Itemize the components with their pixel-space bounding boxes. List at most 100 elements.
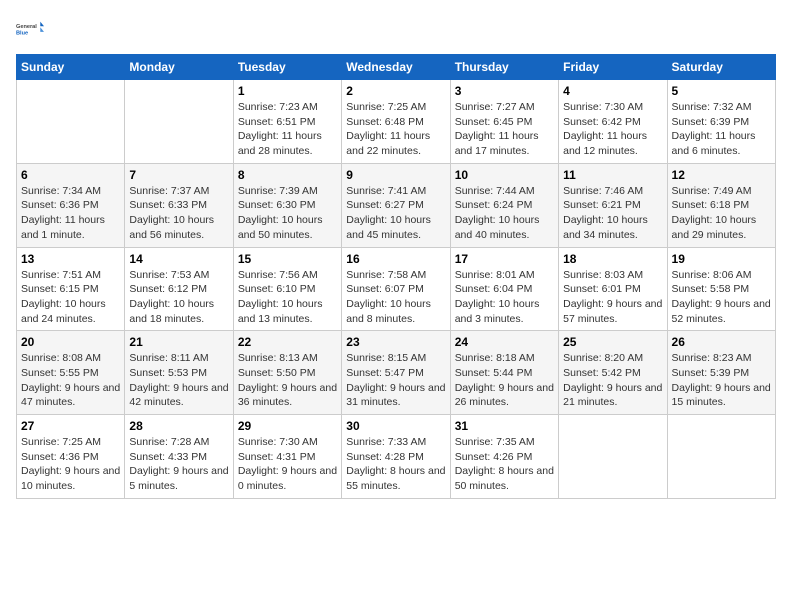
day-info: Sunrise: 8:20 AM Sunset: 5:42 PM Dayligh… — [563, 351, 662, 410]
calendar-day-cell: 27 Sunrise: 7:25 AM Sunset: 4:36 PM Dayli… — [17, 415, 125, 499]
day-number: 13 — [21, 252, 120, 266]
day-number: 26 — [672, 335, 771, 349]
day-info: Sunrise: 7:37 AM Sunset: 6:33 PM Dayligh… — [129, 184, 228, 243]
calendar-day-cell: 20 Sunrise: 8:08 AM Sunset: 5:55 PM Dayli… — [17, 331, 125, 415]
calendar-body: 1Sunrise: 7:23 AM Sunset: 6:51 PM Daylig… — [17, 80, 776, 499]
calendar-day-cell: 28Sunrise: 7:28 AM Sunset: 4:33 PM Dayli… — [125, 415, 233, 499]
calendar-day-cell: 7 Sunrise: 7:37 AM Sunset: 6:33 PM Daylig… — [125, 163, 233, 247]
day-info: Sunrise: 8:11 AM Sunset: 5:53 PM Dayligh… — [129, 351, 228, 410]
calendar-day-cell: 31Sunrise: 7:35 AM Sunset: 4:26 PM Dayli… — [450, 415, 558, 499]
day-info: Sunrise: 7:53 AM Sunset: 6:12 PM Dayligh… — [129, 268, 228, 327]
calendar-day-cell: 11Sunrise: 7:46 AM Sunset: 6:21 PM Dayli… — [559, 163, 667, 247]
day-info: Sunrise: 7:33 AM Sunset: 4:28 PM Dayligh… — [346, 435, 445, 494]
day-number: 10 — [455, 168, 554, 182]
calendar-day-cell: 9 Sunrise: 7:41 AM Sunset: 6:27 PM Daylig… — [342, 163, 450, 247]
day-info: Sunrise: 7:25 AM Sunset: 4:36 PM Dayligh… — [21, 435, 120, 494]
day-info: Sunrise: 7:58 AM Sunset: 6:07 PM Dayligh… — [346, 268, 445, 327]
day-info: Sunrise: 7:46 AM Sunset: 6:21 PM Dayligh… — [563, 184, 662, 243]
calendar-week-row: 6 Sunrise: 7:34 AM Sunset: 6:36 PM Daylig… — [17, 163, 776, 247]
day-number: 17 — [455, 252, 554, 266]
day-info: Sunrise: 7:39 AM Sunset: 6:30 PM Dayligh… — [238, 184, 337, 243]
weekday-header-cell: Saturday — [667, 55, 775, 80]
day-number: 4 — [563, 84, 662, 98]
day-number: 5 — [672, 84, 771, 98]
calendar-day-cell: 13Sunrise: 7:51 AM Sunset: 6:15 PM Dayli… — [17, 247, 125, 331]
calendar-day-cell — [559, 415, 667, 499]
day-number: 30 — [346, 419, 445, 433]
calendar-day-cell: 12 Sunrise: 7:49 AM Sunset: 6:18 PM Dayli… — [667, 163, 775, 247]
day-info: Sunrise: 7:27 AM Sunset: 6:45 PM Dayligh… — [455, 100, 554, 159]
calendar-day-cell: 2 Sunrise: 7:25 AM Sunset: 6:48 PM Daylig… — [342, 80, 450, 164]
weekday-header-row: SundayMondayTuesdayWednesdayThursdayFrid… — [17, 55, 776, 80]
day-number: 21 — [129, 335, 228, 349]
calendar-day-cell: 5Sunrise: 7:32 AM Sunset: 6:39 PM Daylig… — [667, 80, 775, 164]
day-info: Sunrise: 8:03 AM Sunset: 6:01 PM Dayligh… — [563, 268, 662, 327]
weekday-header-cell: Monday — [125, 55, 233, 80]
weekday-header-cell: Thursday — [450, 55, 558, 80]
day-number: 9 — [346, 168, 445, 182]
day-info: Sunrise: 8:23 AM Sunset: 5:39 PM Dayligh… — [672, 351, 771, 410]
day-number: 6 — [21, 168, 120, 182]
calendar-day-cell: 25 Sunrise: 8:20 AM Sunset: 5:42 PM Dayli… — [559, 331, 667, 415]
calendar-day-cell: 30 Sunrise: 7:33 AM Sunset: 4:28 PM Dayli… — [342, 415, 450, 499]
calendar-day-cell: 26 Sunrise: 8:23 AM Sunset: 5:39 PM Dayli… — [667, 331, 775, 415]
calendar-day-cell: 6 Sunrise: 7:34 AM Sunset: 6:36 PM Daylig… — [17, 163, 125, 247]
calendar-week-row: 20 Sunrise: 8:08 AM Sunset: 5:55 PM Dayli… — [17, 331, 776, 415]
calendar-day-cell: 1Sunrise: 7:23 AM Sunset: 6:51 PM Daylig… — [233, 80, 341, 164]
calendar-day-cell: 4 Sunrise: 7:30 AM Sunset: 6:42 PM Daylig… — [559, 80, 667, 164]
calendar-day-cell: 21 Sunrise: 8:11 AM Sunset: 5:53 PM Dayli… — [125, 331, 233, 415]
calendar-day-cell: 17Sunrise: 8:01 AM Sunset: 6:04 PM Dayli… — [450, 247, 558, 331]
day-number: 1 — [238, 84, 337, 98]
calendar-day-cell: 16 Sunrise: 7:58 AM Sunset: 6:07 PM Dayli… — [342, 247, 450, 331]
day-number: 28 — [129, 419, 228, 433]
day-number: 24 — [455, 335, 554, 349]
day-info: Sunrise: 7:49 AM Sunset: 6:18 PM Dayligh… — [672, 184, 771, 243]
weekday-header-cell: Tuesday — [233, 55, 341, 80]
calendar-day-cell — [125, 80, 233, 164]
calendar-day-cell: 19Sunrise: 8:06 AM Sunset: 5:58 PM Dayli… — [667, 247, 775, 331]
calendar-day-cell: 24 Sunrise: 8:18 AM Sunset: 5:44 PM Dayli… — [450, 331, 558, 415]
calendar-day-cell — [17, 80, 125, 164]
logo: General Blue — [16, 16, 44, 44]
day-info: Sunrise: 7:56 AM Sunset: 6:10 PM Dayligh… — [238, 268, 337, 327]
day-number: 3 — [455, 84, 554, 98]
weekday-header-cell: Sunday — [17, 55, 125, 80]
day-number: 20 — [21, 335, 120, 349]
day-number: 19 — [672, 252, 771, 266]
day-number: 2 — [346, 84, 445, 98]
calendar-day-cell: 15 Sunrise: 7:56 AM Sunset: 6:10 PM Dayli… — [233, 247, 341, 331]
day-info: Sunrise: 7:41 AM Sunset: 6:27 PM Dayligh… — [346, 184, 445, 243]
calendar-day-cell: 18 Sunrise: 8:03 AM Sunset: 6:01 PM Dayli… — [559, 247, 667, 331]
day-info: Sunrise: 8:08 AM Sunset: 5:55 PM Dayligh… — [21, 351, 120, 410]
day-info: Sunrise: 7:25 AM Sunset: 6:48 PM Dayligh… — [346, 100, 445, 159]
svg-text:Blue: Blue — [16, 31, 28, 37]
calendar-week-row: 1Sunrise: 7:23 AM Sunset: 6:51 PM Daylig… — [17, 80, 776, 164]
calendar-day-cell: 23 Sunrise: 8:15 AM Sunset: 5:47 PM Dayli… — [342, 331, 450, 415]
day-number: 25 — [563, 335, 662, 349]
calendar-week-row: 13Sunrise: 7:51 AM Sunset: 6:15 PM Dayli… — [17, 247, 776, 331]
day-number: 8 — [238, 168, 337, 182]
day-info: Sunrise: 8:18 AM Sunset: 5:44 PM Dayligh… — [455, 351, 554, 410]
day-number: 31 — [455, 419, 554, 433]
calendar-day-cell: 3 Sunrise: 7:27 AM Sunset: 6:45 PM Daylig… — [450, 80, 558, 164]
day-number: 12 — [672, 168, 771, 182]
day-info: Sunrise: 7:34 AM Sunset: 6:36 PM Dayligh… — [21, 184, 120, 243]
day-number: 16 — [346, 252, 445, 266]
calendar-day-cell: 10Sunrise: 7:44 AM Sunset: 6:24 PM Dayli… — [450, 163, 558, 247]
day-number: 23 — [346, 335, 445, 349]
day-number: 27 — [21, 419, 120, 433]
calendar-day-cell: 22Sunrise: 8:13 AM Sunset: 5:50 PM Dayli… — [233, 331, 341, 415]
calendar-day-cell: 29Sunrise: 7:30 AM Sunset: 4:31 PM Dayli… — [233, 415, 341, 499]
day-number: 18 — [563, 252, 662, 266]
calendar-day-cell — [667, 415, 775, 499]
day-info: Sunrise: 8:13 AM Sunset: 5:50 PM Dayligh… — [238, 351, 337, 410]
logo-icon: General Blue — [16, 16, 44, 44]
calendar-day-cell: 8 Sunrise: 7:39 AM Sunset: 6:30 PM Daylig… — [233, 163, 341, 247]
day-info: Sunrise: 7:30 AM Sunset: 4:31 PM Dayligh… — [238, 435, 337, 494]
day-info: Sunrise: 8:15 AM Sunset: 5:47 PM Dayligh… — [346, 351, 445, 410]
day-number: 7 — [129, 168, 228, 182]
weekday-header-cell: Friday — [559, 55, 667, 80]
weekday-header-cell: Wednesday — [342, 55, 450, 80]
day-number: 15 — [238, 252, 337, 266]
day-info: Sunrise: 7:30 AM Sunset: 6:42 PM Dayligh… — [563, 100, 662, 159]
